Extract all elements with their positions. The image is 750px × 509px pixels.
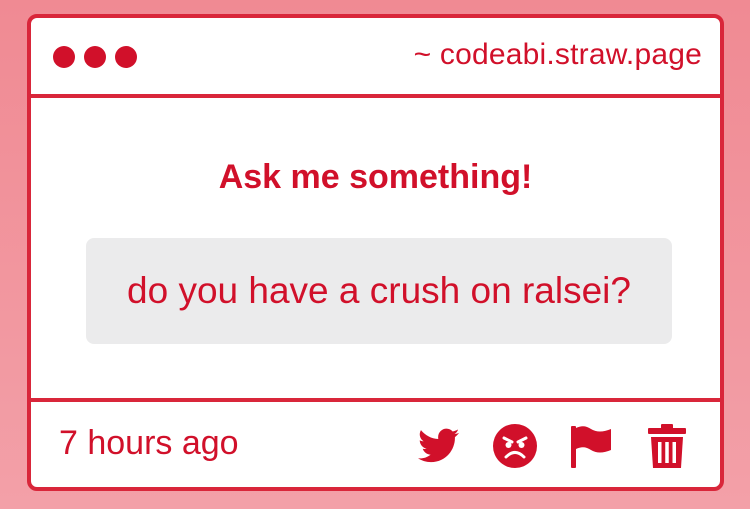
timestamp: 7 hours ago bbox=[59, 424, 239, 462]
window-controls bbox=[53, 46, 137, 68]
share-twitter-button[interactable] bbox=[416, 424, 462, 468]
window-dot-1[interactable] bbox=[53, 46, 75, 68]
question-text: do you have a crush on ralsei? bbox=[127, 270, 631, 311]
site-url[interactable]: ~ codeabi.straw.page bbox=[414, 38, 702, 72]
trash-icon bbox=[648, 424, 686, 468]
window-dot-2[interactable] bbox=[84, 46, 106, 68]
report-button[interactable] bbox=[568, 424, 614, 468]
angry-react-button[interactable] bbox=[492, 424, 538, 468]
twitter-icon bbox=[418, 428, 460, 463]
delete-button[interactable] bbox=[644, 424, 690, 468]
angry-face-icon bbox=[493, 424, 537, 468]
question-card: ~ codeabi.straw.page Ask me something! d… bbox=[27, 14, 724, 491]
page-heading: Ask me something! bbox=[218, 158, 533, 196]
window-titlebar: ~ codeabi.straw.page bbox=[31, 18, 720, 98]
question-box: do you have a crush on ralsei? bbox=[86, 238, 672, 344]
card-footer: 7 hours ago bbox=[31, 398, 720, 487]
action-bar bbox=[416, 424, 690, 468]
window-dot-3[interactable] bbox=[115, 46, 137, 68]
flag-icon bbox=[571, 426, 611, 468]
